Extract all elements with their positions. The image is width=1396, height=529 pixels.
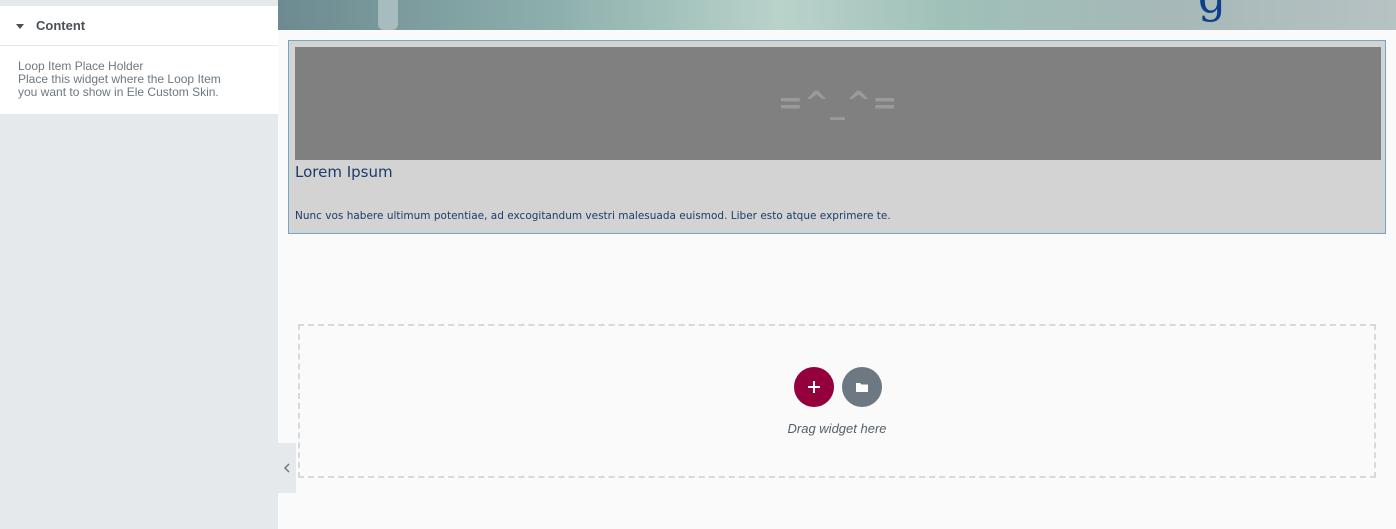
content-section-toggle[interactable]: Content — [0, 6, 278, 46]
loop-item-title: Lorem Ipsum — [295, 163, 393, 181]
widget-drop-zone[interactable]: Drag widget here — [298, 324, 1376, 478]
hero-heading-fragment: g — [1198, 0, 1226, 23]
placeholder-face-text: =^_^= — [777, 86, 899, 121]
add-template-button[interactable] — [842, 367, 882, 407]
widget-description-line-2: you want to show in Ele Custom Skin. — [18, 85, 219, 99]
hero-highlight — [378, 0, 398, 30]
chevron-left-icon — [283, 463, 290, 473]
editor-panel: Content Loop Item Place Holder Place thi… — [0, 0, 278, 529]
loop-item-excerpt: Nunc vos habere ultimum potentiae, ad ex… — [295, 210, 891, 222]
drag-widget-label: Drag widget here — [787, 421, 887, 436]
loop-item-placeholder[interactable]: =^_^= Lorem Ipsum Nunc vos habere ultimu… — [288, 40, 1386, 234]
plus-icon — [808, 381, 820, 393]
section-body: Loop Item Place Holder Place this widget… — [0, 46, 278, 114]
folder-icon — [856, 383, 868, 392]
preview-area: g =^_^= Lorem Ipsum Nunc vos habere ulti… — [278, 0, 1396, 529]
collapse-panel-button[interactable] — [278, 443, 296, 493]
placeholder-image: =^_^= — [295, 47, 1381, 160]
section-title: Content — [36, 18, 86, 33]
add-section-button[interactable] — [794, 367, 834, 407]
hero-image: g — [278, 0, 1396, 30]
caret-down-icon — [16, 23, 24, 29]
